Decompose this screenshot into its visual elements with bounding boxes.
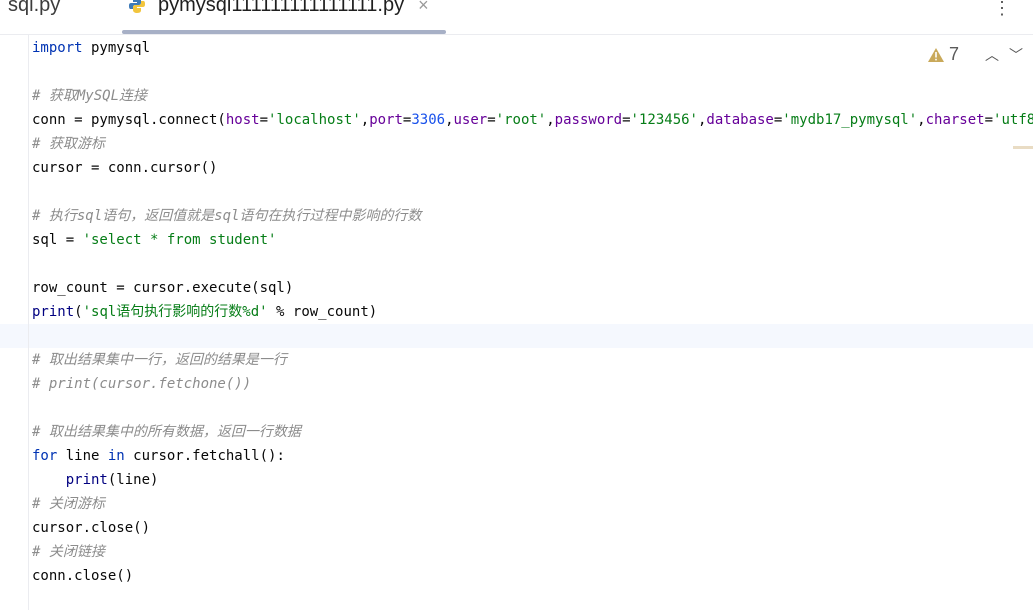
code-line: cursor.close() [32, 520, 151, 536]
code-comment: # 取出结果集中的所有数据，返回一行数据 [32, 424, 301, 440]
tab-pymysql-py[interactable]: pymysql111111111111111.py × [128, 0, 429, 20]
python-file-icon [129, 0, 145, 13]
code-comment: # 获取游标 [32, 136, 105, 152]
code-line: sql = 'select * from student' [32, 228, 1033, 252]
code-comment: # 执行sql语句，返回值就是sql语句在执行过程中影响的行数 [32, 208, 422, 224]
code-text: sql = [32, 232, 83, 248]
param-name: host [225, 112, 260, 128]
string-literal: 'select * from student' [82, 232, 277, 248]
code-editor[interactable]: import pymysql # 获取MySQL连接 conn = pymysq… [32, 36, 1033, 588]
string-literal: 'sql语句执行影响的行数%d' [82, 304, 268, 320]
active-tab-indicator [122, 30, 446, 34]
param-name: user [453, 112, 488, 128]
param-name: charset [925, 112, 985, 128]
code-line: cursor = conn.cursor() [32, 160, 218, 176]
string-literal: '123456' [630, 112, 698, 128]
number-literal: 3306 [411, 112, 446, 128]
builtin-function: print [65, 472, 108, 488]
param-name: database [706, 112, 774, 128]
param-name: password [554, 112, 623, 128]
editor-tab-bar: sql.py pymysql111111111111111.py × ⋮ [0, 0, 1033, 35]
code-comment: # 关闭链接 [32, 544, 105, 560]
code-text: conn = pymysql.connect( [32, 112, 226, 128]
string-literal: 'mydb17_pymysql' [782, 112, 918, 128]
code-line: print(line) [32, 468, 1033, 492]
code-comment: # print(cursor.fetchone()) [32, 376, 252, 392]
code-text: pymysql [82, 40, 151, 56]
code-text: line [57, 448, 108, 464]
tab-label: pymysql111111111111111.py [158, 0, 405, 16]
tab-sql-py[interactable]: sql.py [8, 0, 60, 20]
builtin-function: print [32, 304, 75, 320]
code-line: row_count = cursor.execute(sql) [32, 280, 294, 296]
code-text: % row_count) [267, 304, 378, 320]
code-line: conn.close() [32, 568, 134, 584]
param-name: port [369, 112, 403, 128]
code-line-current[interactable] [32, 324, 1033, 348]
code-line: import pymysql [32, 36, 1033, 60]
code-line: for line in cursor.fetchall(): [32, 444, 1033, 468]
code-line: print('sql语句执行影响的行数%d' % row_count) [32, 300, 1033, 324]
code-text: (line) [107, 472, 159, 488]
tab-label: sql.py [8, 0, 61, 16]
keyword: for [32, 448, 58, 464]
keyword: in [107, 448, 125, 464]
code-comment: # 获取MySQL连接 [32, 88, 148, 104]
code-text: cursor.fetchall(): [124, 448, 285, 464]
string-literal: 'root' [495, 112, 547, 128]
keyword: import [32, 40, 83, 56]
code-comment: # 关闭游标 [32, 496, 105, 512]
code-text: ( [74, 304, 83, 320]
more-options-icon[interactable]: ⋮ [993, 0, 1011, 19]
string-literal: 'localhost' [268, 112, 361, 128]
code-comment: # 取出结果集中一行，返回的结果是一行 [32, 352, 287, 368]
close-icon[interactable]: × [418, 0, 429, 16]
gutter-divider [28, 35, 29, 610]
code-line: conn = pymysql.connect(host='localhost',… [32, 108, 1033, 132]
string-literal: 'utf8' [993, 112, 1033, 128]
